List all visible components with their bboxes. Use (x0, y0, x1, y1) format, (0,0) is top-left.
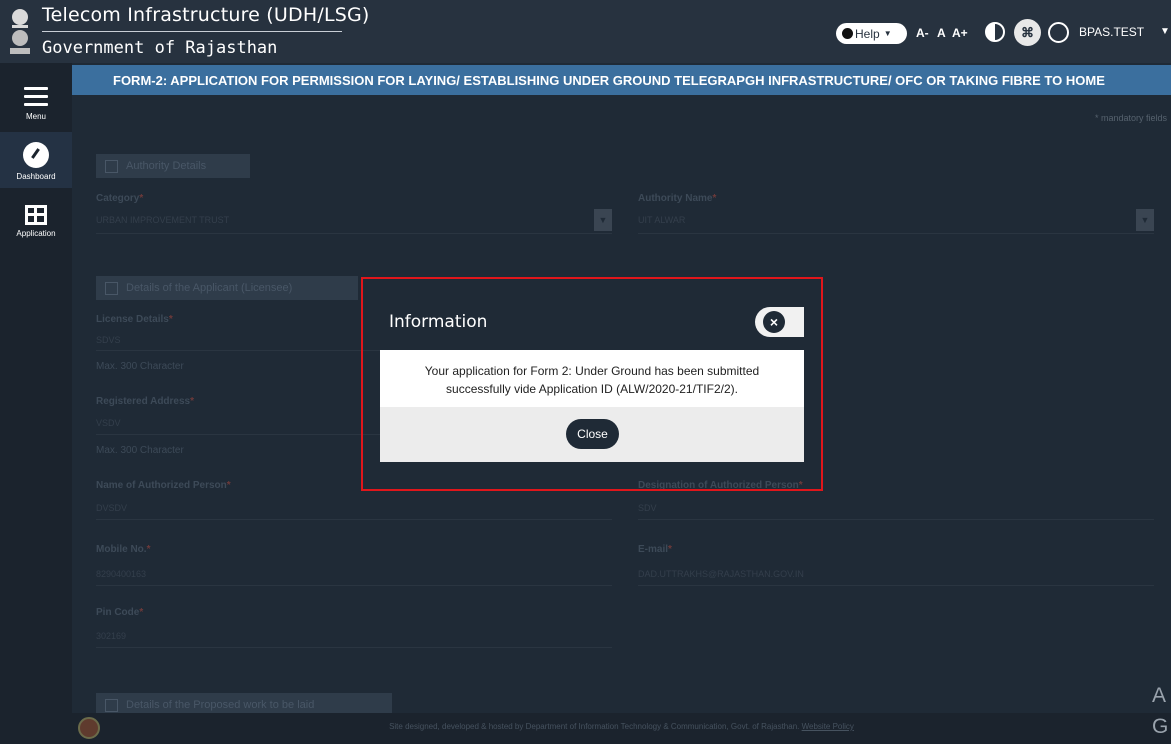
authority-caret-icon[interactable]: ▼ (1136, 209, 1154, 231)
license-details-input[interactable]: SDVS (96, 335, 121, 345)
field-underline (638, 519, 1154, 520)
designation-input[interactable]: SDV (638, 503, 657, 513)
help-dropdown-button[interactable]: Help ▼ (836, 23, 907, 44)
close-button[interactable]: Close (566, 419, 619, 449)
footer: Site designed, developed & hosted by Dep… (72, 713, 1171, 744)
field-underline (638, 233, 1154, 234)
modal-title: Information (389, 312, 488, 332)
form-title-banner: FORM-2: APPLICATION FOR PERMISSION FOR L… (72, 65, 1171, 95)
dashboard-icon (23, 142, 49, 168)
pincode-label: Pin Code* (96, 607, 144, 618)
footer-text: Site designed, developed & hosted by Dep… (389, 722, 854, 731)
grid-icon (25, 205, 47, 225)
section-authority-details: Authority Details (96, 154, 250, 178)
registered-address-label: Registered Address* (96, 396, 195, 407)
caret-down-icon: ▼ (883, 29, 892, 38)
sidebar-item-menu[interactable]: Menu (0, 69, 72, 125)
contrast-toggle-icon[interactable] (985, 22, 1005, 42)
authorized-person-input[interactable]: DVSDV (96, 503, 127, 513)
help-label: Help (855, 26, 880, 41)
state-emblem-icon (10, 9, 30, 54)
category-select[interactable]: URBAN IMPROVEMENT TRUST (96, 215, 229, 225)
app-subtitle: Government of Rajasthan (42, 38, 278, 58)
mobile-label: Mobile No.* (96, 544, 151, 555)
field-underline (96, 519, 612, 520)
website-policy-link[interactable]: Website Policy (802, 722, 854, 731)
field-underline (96, 647, 612, 648)
sidebar-item-label: Menu (25, 112, 46, 121)
hamburger-icon (24, 87, 48, 106)
mobile-input[interactable]: 8290400163 (96, 569, 146, 579)
modal-message-line: successfully vide Application ID (ALW/20… (446, 382, 738, 396)
max-char-hint: Max. 300 Character (96, 445, 184, 456)
page: Telecom Infrastructure (UDH/LSG) Governm… (0, 0, 1171, 744)
license-details-label: License Details* (96, 314, 173, 325)
field-underline (96, 233, 612, 234)
sidebar: Menu Dashboard Application (0, 63, 72, 744)
title-divider (42, 31, 342, 32)
max-char-hint: Max. 300 Character (96, 361, 184, 372)
screen-reader-icon[interactable]: ⌘ (1014, 19, 1041, 46)
pincode-input[interactable]: 302169 (96, 631, 126, 641)
font-decrease-button[interactable]: A- (916, 26, 929, 40)
information-modal: Information × Your application for Form … (380, 292, 804, 462)
corner-text-g: G (1152, 715, 1169, 738)
email-input[interactable]: DAD.UTTRAKHS@RAJASTHAN.GOV.IN (638, 569, 804, 579)
mandatory-note: * mandatory fields (1094, 113, 1167, 123)
modal-message: Your application for Form 2: Under Groun… (380, 350, 804, 407)
theme-toggle-icon[interactable] (1048, 22, 1069, 43)
field-underline (96, 585, 612, 586)
authority-name-label: Authority Name* (638, 193, 717, 204)
field-underline (638, 585, 1154, 586)
authority-name-select[interactable]: UIT ALWAR (638, 215, 685, 225)
sidebar-item-label: Dashboard (16, 172, 56, 181)
close-icon: × (763, 311, 785, 333)
top-header: Telecom Infrastructure (UDH/LSG) Governm… (0, 0, 1171, 63)
corner-text-a: A (1152, 684, 1167, 707)
modal-close-x-button[interactable]: × (755, 307, 804, 337)
app-title: Telecom Infrastructure (UDH/LSG) (42, 4, 370, 26)
user-menu-caret-icon[interactable]: ▼ (1160, 26, 1170, 37)
category-label: Category* (96, 193, 144, 204)
registered-address-input[interactable]: VSDV (96, 418, 121, 428)
font-normal-button[interactable]: A (937, 26, 946, 40)
modal-message-line: Your application for Form 2: Under Groun… (424, 364, 760, 378)
section-applicant-details: Details of the Applicant (Licensee) (96, 276, 358, 300)
sidebar-item-application[interactable]: Application (0, 192, 72, 248)
email-label: E-mail* (638, 544, 672, 555)
category-caret-icon[interactable]: ▼ (594, 209, 612, 231)
modal-header: Information × (380, 292, 804, 350)
font-increase-button[interactable]: A+ (952, 26, 968, 40)
sidebar-item-dashboard[interactable]: Dashboard (0, 132, 72, 188)
info-icon (842, 28, 853, 39)
modal-footer: Close (380, 407, 804, 462)
sidebar-item-label: Application (16, 229, 56, 238)
user-name[interactable]: BPAS.TEST (1079, 25, 1144, 39)
authorized-person-label: Name of Authorized Person* (96, 480, 231, 491)
